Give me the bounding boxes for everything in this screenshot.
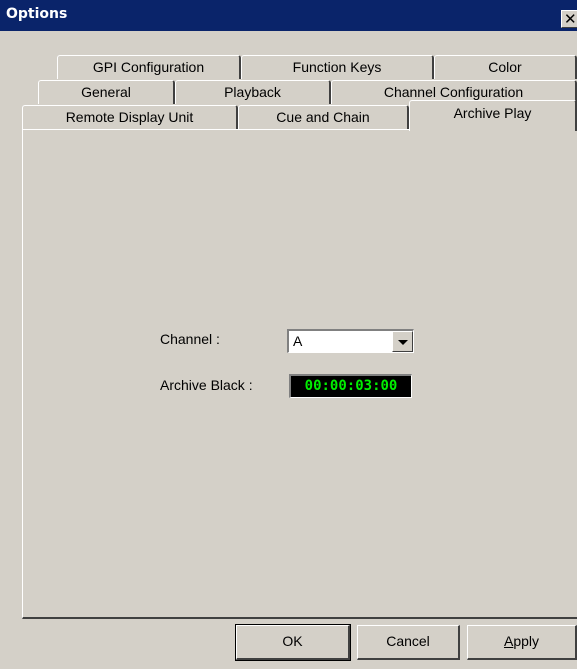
dropdown-button[interactable] bbox=[392, 331, 413, 352]
tab-color[interactable]: Color bbox=[434, 55, 577, 79]
tab-archive-play[interactable]: Archive Play bbox=[409, 100, 577, 131]
tab-cue-and-chain[interactable]: Cue and Chain bbox=[238, 105, 409, 129]
title-bar[interactable]: Options ✕ bbox=[0, 0, 577, 31]
tab-playback[interactable]: Playback bbox=[175, 80, 331, 104]
apply-label: pply bbox=[513, 633, 540, 649]
tab-gpi-configuration[interactable]: GPI Configuration bbox=[57, 55, 241, 79]
close-icon[interactable]: ✕ bbox=[561, 10, 577, 28]
tab-remote-display-unit[interactable]: Remote Display Unit bbox=[22, 105, 238, 129]
ok-button[interactable]: OK bbox=[235, 624, 351, 661]
apply-button[interactable]: Apply bbox=[467, 625, 577, 660]
options-dialog: Options ✕ GPI Configuration Function Key… bbox=[0, 0, 577, 669]
channel-label: Channel : bbox=[160, 331, 220, 347]
apply-accelerator: A bbox=[503, 633, 514, 649]
channel-dropdown[interactable]: A bbox=[287, 329, 414, 353]
channel-value: A bbox=[293, 333, 303, 349]
window-title: Options bbox=[6, 6, 68, 22]
tab-function-keys[interactable]: Function Keys bbox=[241, 55, 434, 79]
chevron-down-icon bbox=[398, 340, 408, 345]
archive-black-timecode-field[interactable]: 00:00:03:00 bbox=[289, 374, 412, 398]
tab-general[interactable]: General bbox=[38, 80, 175, 104]
archive-black-label: Archive Black : bbox=[160, 377, 253, 393]
cancel-button[interactable]: Cancel bbox=[357, 625, 460, 660]
